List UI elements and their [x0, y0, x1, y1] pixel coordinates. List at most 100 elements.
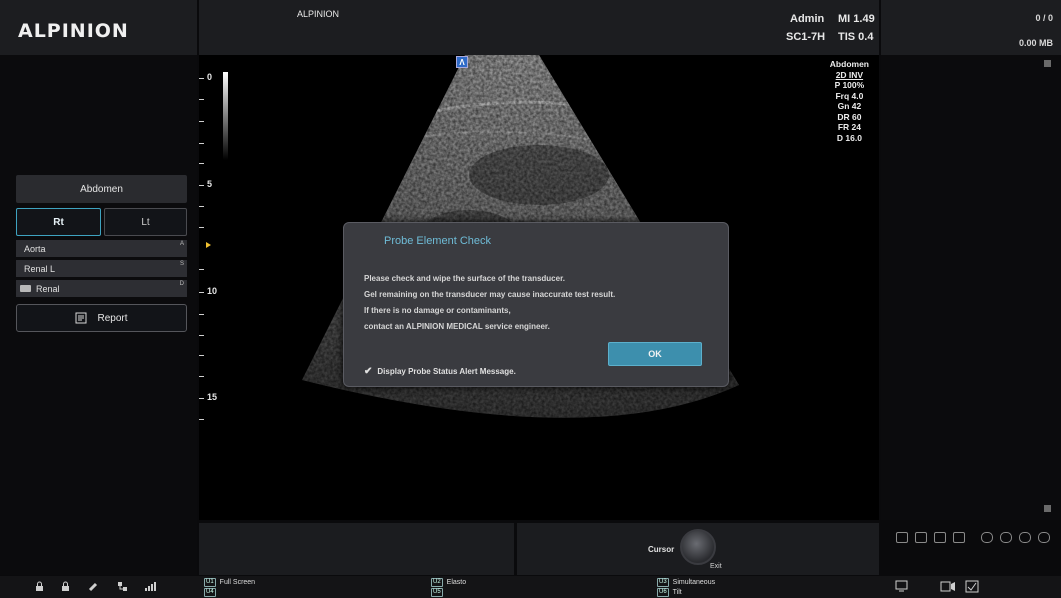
probe-icon[interactable] [981, 532, 993, 543]
dialog-line: If there is no damage or contaminants, [364, 306, 511, 315]
user-key-badge: U1 [204, 578, 216, 587]
image-counter: 0 / 0 [1035, 13, 1053, 23]
storage-usage: 0.00 MB [1018, 38, 1053, 48]
signal-icon[interactable] [144, 581, 158, 592]
depth-label-0: 0 [207, 72, 213, 82]
folder-icon [20, 285, 31, 292]
annotation-label: Renal [36, 283, 60, 294]
user-key-u1[interactable]: U1 Full Screen [204, 578, 255, 587]
video-capture-icon[interactable] [940, 581, 956, 592]
mechanical-index: MI 1.49 [838, 13, 875, 25]
depth-tick [199, 355, 204, 356]
depth-tick [199, 143, 204, 144]
param-depth: D 16.0 [836, 132, 862, 143]
depth-tick [199, 206, 204, 207]
display-alert-checkbox[interactable]: ✔ Display Probe Status Alert Message. [364, 366, 516, 377]
param-frequency: Frq 4.0 [835, 90, 864, 101]
param-gain: Gn 42 [837, 101, 862, 111]
anatomy-button[interactable]: Abdomen [16, 175, 187, 203]
depth-tick [199, 121, 204, 122]
depth-label-15: 15 [207, 392, 218, 402]
report-label: Report [97, 312, 128, 324]
lock-icon[interactable] [60, 581, 71, 592]
user-key-u2[interactable]: U2 Elasto [431, 578, 466, 587]
probe-element-check-dialog: Probe Element Check Please check and wip… [343, 222, 729, 387]
arrow-icon[interactable] [1038, 532, 1050, 543]
grayscale-bar [223, 72, 228, 160]
left-side-button[interactable]: Lt [104, 208, 187, 236]
lock-icon[interactable] [34, 581, 45, 592]
user-key-u3[interactable]: U3 Simultaneous [657, 578, 715, 587]
depth-tick [199, 314, 204, 315]
usb-icon[interactable] [88, 581, 99, 592]
dialog-title: Probe Element Check [384, 235, 491, 247]
annotation-mark: S [179, 261, 184, 267]
user-key-label: Full Screen [219, 579, 256, 586]
network-icon[interactable] [117, 581, 128, 592]
dual-layout-icon[interactable] [953, 532, 965, 543]
user-key-badge: U5 [431, 588, 443, 597]
dialog-line: Gel remaining on the transducer may caus… [364, 290, 616, 299]
depth-tick [199, 99, 204, 100]
image-check-icon[interactable] [965, 580, 979, 593]
user-key-u6[interactable]: U6 Tilt [657, 588, 682, 597]
hospital-name: ALPINION [297, 9, 340, 19]
user-key-u4[interactable]: U4 [204, 588, 220, 597]
trackball-knob-icon[interactable] [680, 529, 716, 565]
right-panel [881, 55, 1061, 520]
orientation-marker: Λ [456, 56, 468, 68]
dialog-line: contact an ALPINION MEDICAL service engi… [364, 322, 550, 331]
depth-tick-major [199, 398, 204, 399]
checkmark-icon: ✔ [364, 366, 373, 377]
user-key-badge: U4 [204, 588, 216, 597]
depth-label-5: 5 [207, 179, 213, 189]
report-button[interactable]: Report [16, 304, 187, 332]
scroll-up-icon[interactable] [1044, 60, 1051, 67]
depth-tick-major [199, 78, 204, 79]
dialog-message: Please check and wipe the surface of the… [364, 271, 615, 335]
depth-tick [199, 419, 204, 420]
monitor-icon[interactable] [895, 580, 908, 593]
user-key-badge: U3 [657, 578, 669, 587]
focus-marker[interactable] [206, 242, 211, 248]
save-icon[interactable] [915, 532, 927, 543]
probe-name: SC1-7H [786, 31, 826, 43]
annotation-item-aorta[interactable]: Aorta A [16, 240, 187, 257]
depth-tick-major [199, 185, 204, 186]
annotation-mark: D [179, 281, 184, 287]
annotation-label: Aorta [24, 243, 46, 254]
ok-button[interactable]: OK [608, 342, 702, 366]
annotation-icon[interactable] [1019, 532, 1031, 543]
checkbox-label: Display Probe Status Alert Message. [377, 367, 516, 376]
annotation-mark: A [179, 241, 184, 247]
depth-tick [199, 269, 204, 270]
annotation-item-renal-l[interactable]: Renal L S [16, 260, 187, 277]
user-key-badge: U2 [431, 578, 443, 587]
body-mark-icon[interactable] [1000, 532, 1012, 543]
depth-tick [199, 335, 204, 336]
single-layout-icon[interactable] [934, 532, 946, 543]
depth-tick [199, 163, 204, 164]
scroll-down-icon[interactable] [1044, 505, 1051, 512]
depth-tick-major [199, 292, 204, 293]
param-dynamic-range: DR 60 [837, 111, 862, 122]
print-icon[interactable] [896, 532, 908, 543]
user-key-label: Tilt [672, 589, 682, 596]
depth-tick [199, 227, 204, 228]
exit-label[interactable]: Exit [710, 563, 722, 570]
param-frame-rate: FR 24 [837, 122, 861, 132]
cursor-label: Cursor [648, 545, 675, 554]
depth-label-10: 10 [207, 286, 218, 296]
right-side-button[interactable]: Rt [16, 208, 101, 236]
report-icon [75, 312, 87, 324]
user-key-u5[interactable]: U5 [431, 588, 447, 597]
param-preset: Abdomen [829, 59, 869, 69]
dialog-line: Please check and wipe the surface of the… [364, 274, 565, 283]
user-key-label: Elasto [446, 579, 467, 586]
thermal-index: TIS 0.4 [838, 31, 874, 43]
depth-tick [199, 376, 204, 377]
annotation-folder-renal[interactable]: Renal D [16, 280, 187, 297]
user-key-label: Simultaneous [672, 579, 716, 586]
param-power: P 100% [834, 80, 865, 90]
alpinion-logo: ALPINION [18, 20, 129, 42]
